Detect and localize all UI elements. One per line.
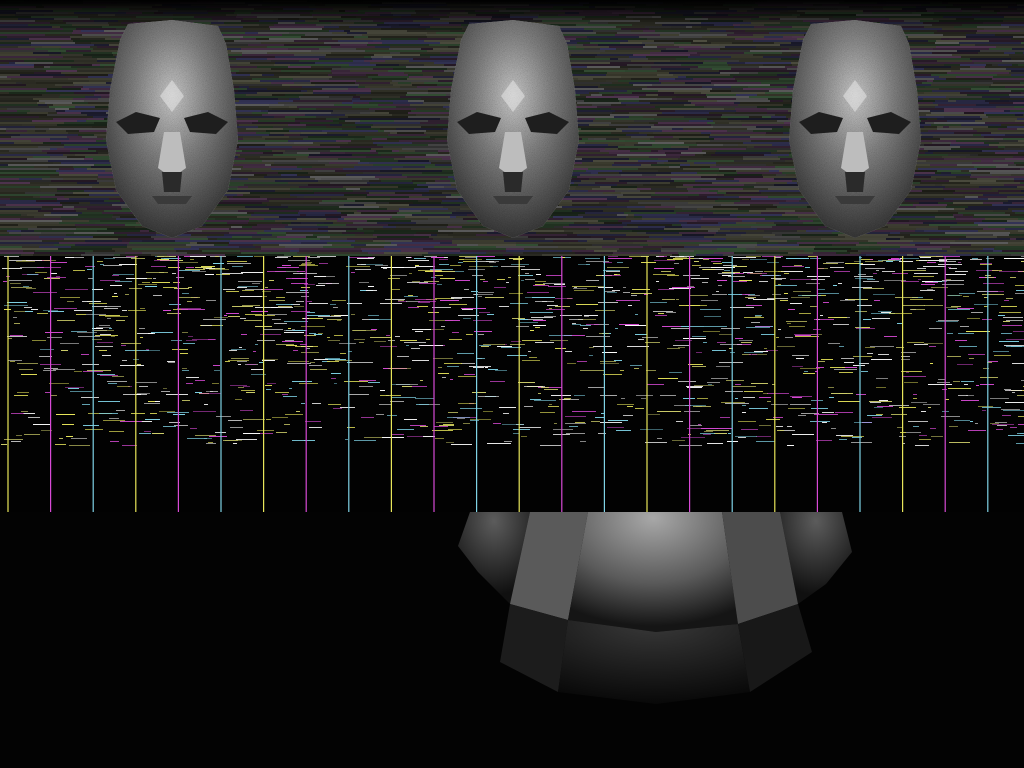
game-viewport[interactable]: [0, 0, 1024, 768]
noise-wall: [0, 0, 1024, 256]
floor-area: [0, 512, 1024, 768]
cone-facet-center: [568, 512, 738, 632]
glitch-barcode-band: [0, 256, 1024, 512]
spotlight-cone: [458, 512, 852, 704]
cone-facet-lower-left: [500, 604, 568, 692]
cone-facet-lower-center: [558, 620, 750, 704]
barcode-texture: [1, 256, 1024, 512]
noise-texture: [0, 0, 1024, 256]
